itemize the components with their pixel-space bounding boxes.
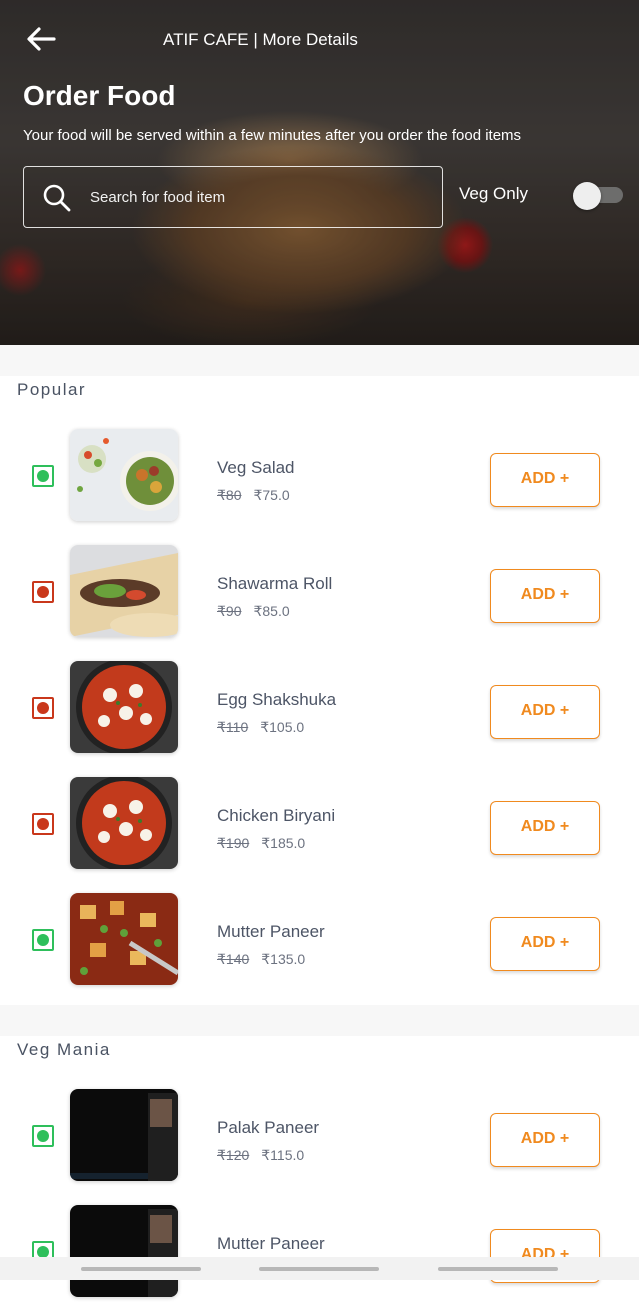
item-price: ₹80 ₹75.0 <box>217 487 290 504</box>
toggle-knob <box>573 182 601 210</box>
discounted-price: ₹105.0 <box>260 719 305 735</box>
nonveg-indicator-icon <box>32 813 54 835</box>
item-name: Mutter Paneer <box>217 922 325 941</box>
item-name: Palak Paneer <box>217 1118 320 1137</box>
item-name: Mutter Paneer <box>217 1234 325 1253</box>
item-price: ₹90 ₹85.0 <box>217 603 290 620</box>
discounted-price: ₹75.0 <box>253 487 290 503</box>
add-button[interactable]: ADD + <box>490 685 600 739</box>
section-title-veg-mania: Veg Mania <box>17 1040 111 1059</box>
item-price: ₹120 ₹115.0 <box>217 1147 304 1164</box>
system-navigation-bar <box>0 1257 639 1280</box>
menu-item: Veg Salad ₹80 ₹75.0 ADD + <box>0 424 639 540</box>
menu-item: Egg Shakshuka ₹110 ₹105.0 ADD + <box>0 656 639 772</box>
menu-item: Mutter Paneer ₹140 ₹135.0 ADD + <box>0 888 639 1004</box>
arrow-left-icon <box>27 27 56 51</box>
food-image <box>70 777 178 869</box>
discounted-price: ₹185.0 <box>261 835 306 851</box>
food-image <box>70 661 178 753</box>
discounted-price: ₹135.0 <box>261 951 306 967</box>
add-button[interactable]: ADD + <box>490 801 600 855</box>
menu-item: Shawarma Roll ₹90 ₹85.0 ADD + <box>0 540 639 656</box>
nav-back-handle[interactable] <box>438 1267 558 1271</box>
add-button[interactable]: ADD + <box>490 569 600 623</box>
back-button[interactable] <box>24 22 58 56</box>
original-price: ₹120 <box>217 1147 250 1163</box>
food-image <box>70 545 178 637</box>
section-divider <box>0 345 639 376</box>
add-button[interactable]: ADD + <box>490 917 600 971</box>
item-price: ₹140 ₹135.0 <box>217 951 305 968</box>
section-title-popular: Popular <box>17 380 87 399</box>
item-price: ₹110 ₹105.0 <box>217 719 304 736</box>
veg-indicator-icon <box>32 1125 54 1147</box>
food-image <box>70 1089 178 1181</box>
order-food-heading: Order Food <box>23 80 176 111</box>
veg-indicator-icon <box>32 929 54 951</box>
search-input[interactable] <box>90 185 420 209</box>
food-image <box>70 893 178 985</box>
menu-item: Palak Paneer ₹120 ₹115.0 ADD + <box>0 1084 639 1200</box>
search-box[interactable] <box>23 166 443 228</box>
food-image <box>70 429 178 521</box>
item-name: Chicken Biryani <box>217 806 336 825</box>
page-title: ATIF CAFE | More Details <box>163 30 358 49</box>
nav-home-handle[interactable] <box>259 1267 379 1271</box>
section-divider <box>0 1005 639 1036</box>
original-price: ₹190 <box>217 835 250 851</box>
nonveg-indicator-icon <box>32 697 54 719</box>
veg-only-label: Veg Only <box>459 184 528 203</box>
order-food-subtitle: Your food will be served within a few mi… <box>23 127 522 144</box>
nav-recents-handle[interactable] <box>81 1267 201 1271</box>
original-price: ₹90 <box>217 603 242 619</box>
veg-only-toggle[interactable] <box>573 182 623 210</box>
original-price: ₹140 <box>217 951 250 967</box>
menu-item: Chicken Biryani ₹190 ₹185.0 ADD + <box>0 772 639 888</box>
add-button[interactable]: ADD + <box>490 453 600 507</box>
item-price: ₹190 ₹185.0 <box>217 835 305 852</box>
discounted-price: ₹115.0 <box>261 1147 305 1163</box>
add-button[interactable]: ADD + <box>490 1113 600 1167</box>
veg-indicator-icon <box>32 465 54 487</box>
search-icon <box>43 184 71 212</box>
item-name: Shawarma Roll <box>217 574 333 593</box>
food-image <box>70 1205 178 1297</box>
original-price: ₹80 <box>217 487 242 503</box>
header-banner: ATIF CAFE | More Details Order Food Your… <box>0 0 639 345</box>
nonveg-indicator-icon <box>32 581 54 603</box>
item-name: Egg Shakshuka <box>217 690 337 709</box>
discounted-price: ₹85.0 <box>253 603 290 619</box>
item-name: Veg Salad <box>217 458 295 477</box>
original-price: ₹110 <box>217 719 249 735</box>
